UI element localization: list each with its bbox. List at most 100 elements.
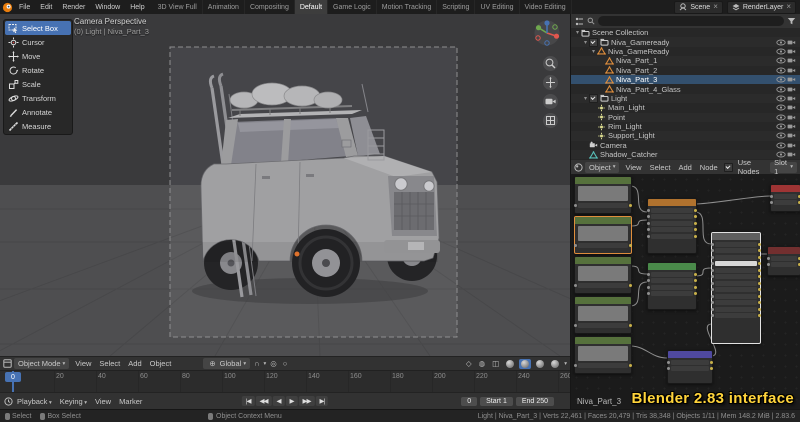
menu-window[interactable]: Window bbox=[90, 4, 125, 11]
input-socket[interactable] bbox=[711, 288, 714, 291]
output-socket[interactable] bbox=[758, 262, 761, 265]
menu-help[interactable]: Help bbox=[125, 4, 149, 11]
input-socket[interactable] bbox=[711, 269, 714, 272]
node-row[interactable] bbox=[651, 227, 693, 232]
timeline-menu-playback[interactable]: Playback ▾ bbox=[13, 397, 56, 406]
timeline-editor-icon[interactable] bbox=[4, 397, 13, 406]
eye-icon[interactable] bbox=[775, 123, 786, 130]
output-socket[interactable] bbox=[758, 275, 761, 278]
node-row[interactable] bbox=[651, 221, 693, 226]
output-socket[interactable] bbox=[758, 314, 761, 317]
input-socket[interactable] bbox=[711, 314, 714, 317]
output-socket[interactable] bbox=[694, 209, 697, 212]
input-socket[interactable] bbox=[647, 215, 650, 218]
eye-icon[interactable] bbox=[775, 76, 786, 83]
node-row[interactable] bbox=[671, 360, 709, 365]
node-row[interactable] bbox=[651, 208, 693, 213]
node-row[interactable] bbox=[578, 323, 628, 328]
orientation-dropdown[interactable]: ⊕ Global ▾ bbox=[203, 358, 250, 369]
input-socket[interactable] bbox=[647, 292, 650, 295]
playhead[interactable]: 0 bbox=[12, 371, 14, 393]
outliner-search-input[interactable] bbox=[598, 16, 784, 26]
use-nodes-checkbox[interactable] bbox=[724, 163, 733, 172]
input-socket[interactable] bbox=[647, 273, 650, 276]
node-row[interactable] bbox=[671, 366, 709, 371]
node-row[interactable] bbox=[651, 214, 693, 219]
tool-move[interactable]: Move bbox=[5, 49, 71, 63]
node-header[interactable] bbox=[648, 199, 696, 206]
output-socket[interactable] bbox=[758, 269, 761, 272]
input-socket[interactable] bbox=[770, 201, 773, 204]
disclosure-triangle[interactable]: ▾ bbox=[590, 48, 597, 55]
workspace-tab-scripting[interactable]: Scripting bbox=[437, 0, 475, 14]
output-socket[interactable] bbox=[694, 279, 697, 282]
node-header[interactable] bbox=[575, 177, 631, 184]
unlink-scene-icon[interactable]: × bbox=[713, 3, 718, 11]
mode-dropdown[interactable]: Object Mode ▾ bbox=[14, 358, 69, 369]
output-socket[interactable] bbox=[758, 243, 761, 246]
input-socket[interactable] bbox=[711, 301, 714, 304]
node-canvas[interactable]: Niva_Part_3 bbox=[571, 174, 800, 409]
eye-icon[interactable] bbox=[775, 67, 786, 74]
node-row[interactable] bbox=[578, 243, 628, 248]
node-row[interactable] bbox=[715, 248, 757, 253]
outliner-row-light[interactable]: ▾Light bbox=[571, 94, 800, 103]
output-socket[interactable] bbox=[694, 222, 697, 225]
camera-small-icon[interactable] bbox=[786, 48, 797, 55]
shading-material-button[interactable] bbox=[534, 359, 546, 369]
camera-small-icon[interactable] bbox=[786, 132, 797, 139]
node-header[interactable] bbox=[768, 247, 800, 254]
workspace-tab-uv-editing[interactable]: UV Editing bbox=[475, 0, 519, 14]
disclosure-triangle[interactable]: ▾ bbox=[574, 29, 581, 36]
shading-wireframe-button[interactable] bbox=[504, 359, 516, 369]
editor-type-icon[interactable] bbox=[3, 359, 12, 368]
output-socket[interactable] bbox=[629, 284, 632, 287]
xray-toggle-icon[interactable]: ◫ bbox=[490, 359, 501, 368]
input-socket[interactable] bbox=[711, 295, 714, 298]
node-header[interactable] bbox=[712, 233, 760, 240]
disclosure-triangle[interactable]: ▾ bbox=[582, 95, 589, 102]
outliner-row-niva-part-1[interactable]: Niva_Part_1 bbox=[571, 56, 800, 65]
node-row[interactable] bbox=[715, 313, 757, 318]
shader-menu-node[interactable]: Node bbox=[696, 163, 722, 172]
workspace-tab-3d-view-full[interactable]: 3D View Full bbox=[153, 0, 203, 14]
workspace-tab-video-editing[interactable]: Video Editing bbox=[520, 0, 572, 14]
node-row[interactable] bbox=[578, 363, 628, 368]
node-row[interactable] bbox=[715, 255, 757, 260]
camera-view-icon[interactable] bbox=[543, 94, 558, 109]
node-row[interactable] bbox=[651, 234, 693, 239]
shader-editor-icon[interactable] bbox=[574, 163, 583, 172]
perspective-toggle-icon[interactable] bbox=[543, 113, 558, 128]
frame-end-field[interactable]: End250 bbox=[516, 397, 554, 406]
overlays-toggle-icon[interactable]: ◍ bbox=[477, 359, 488, 368]
input-socket[interactable] bbox=[647, 222, 650, 225]
frame-start-field[interactable]: Start1 bbox=[480, 397, 513, 406]
outliner-row-scene-collection[interactable]: ▾Scene Collection bbox=[571, 28, 800, 37]
output-socket[interactable] bbox=[710, 367, 713, 370]
outliner-row-support-light[interactable]: Support_Light bbox=[571, 131, 800, 140]
output-socket[interactable] bbox=[629, 244, 632, 247]
disclosure-triangle[interactable]: ▾ bbox=[582, 39, 589, 46]
camera-small-icon[interactable] bbox=[786, 67, 797, 74]
output-socket[interactable] bbox=[694, 215, 697, 218]
shader-menu-add[interactable]: Add bbox=[674, 163, 695, 172]
outliner-row-rim-light[interactable]: Rim_Light bbox=[571, 122, 800, 131]
output-socket[interactable] bbox=[758, 295, 761, 298]
output-socket[interactable] bbox=[758, 282, 761, 285]
filter-icon[interactable] bbox=[787, 17, 796, 25]
outliner-row-point[interactable]: Point bbox=[571, 113, 800, 122]
timeline-menu-marker[interactable]: Marker bbox=[115, 397, 146, 406]
node-row[interactable] bbox=[715, 307, 757, 312]
timeline-ruler[interactable]: 020406080100120140160180200220240260 0 bbox=[0, 370, 570, 393]
outliner-row-niva-part-2[interactable]: Niva_Part_2 bbox=[571, 66, 800, 75]
input-socket[interactable] bbox=[647, 209, 650, 212]
menu-render[interactable]: Render bbox=[57, 4, 90, 11]
node-row[interactable] bbox=[715, 281, 757, 286]
output-socket[interactable] bbox=[710, 361, 713, 364]
eye-icon[interactable] bbox=[775, 114, 786, 121]
eye-icon[interactable] bbox=[775, 95, 786, 102]
input-socket[interactable] bbox=[767, 263, 770, 266]
node-row[interactable] bbox=[651, 278, 693, 283]
output-socket[interactable] bbox=[694, 273, 697, 276]
zoom-icon[interactable] bbox=[543, 56, 558, 71]
